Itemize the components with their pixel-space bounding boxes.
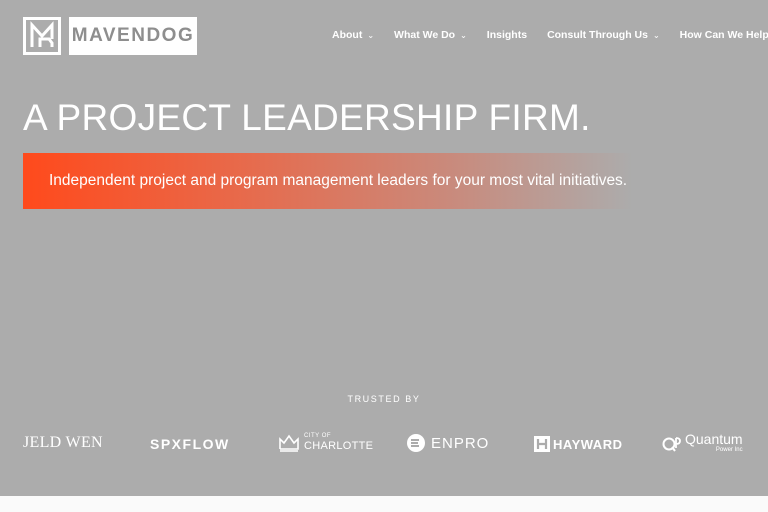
client-logos: JELD WEN SPXFLOW CITY OF CHARLOTTE ENPRO… bbox=[0, 428, 768, 462]
nav-item-consult-through-us[interactable]: Consult Through Us ⌄ bbox=[547, 29, 660, 41]
mavendog-logo-icon bbox=[23, 17, 61, 55]
client-logo-text: HAYWARD bbox=[553, 436, 623, 452]
trusted-by-label: TRUSTED BY bbox=[347, 394, 421, 404]
nav-item-insights[interactable]: Insights bbox=[487, 29, 527, 41]
nav-item-label: What We Do bbox=[394, 29, 456, 41]
hero-tagline: Independent project and program manageme… bbox=[49, 172, 628, 189]
main-nav: About ⌄ What We Do ⌄ Insights Consult Th… bbox=[332, 29, 768, 41]
client-logo-quantum-power: Quantum Power Inc bbox=[662, 432, 743, 454]
client-logo-subtext: Power Inc bbox=[715, 447, 743, 453]
nav-item-label: About bbox=[332, 29, 363, 41]
client-logo-subtext: CITY OF bbox=[304, 433, 332, 439]
nav-item-label: Consult Through Us bbox=[547, 29, 648, 41]
quantum-mark-icon bbox=[662, 437, 681, 452]
page-content-start bbox=[0, 496, 768, 512]
chevron-down-icon: ⌄ bbox=[460, 30, 467, 40]
site-header: MAVENDOG About ⌄ What We Do ⌄ Insights C… bbox=[0, 0, 768, 72]
client-logo-text: ENPRO bbox=[431, 434, 490, 452]
client-logo-enpro: ENPRO bbox=[406, 433, 489, 453]
client-logo-city-of-charlotte: CITY OF CHARLOTTE bbox=[278, 433, 373, 452]
client-logo-spxflow: SPXFLOW bbox=[150, 436, 230, 452]
nav-item-what-we-do[interactable]: What We Do ⌄ bbox=[394, 29, 467, 41]
client-logo-text: CHARLOTTE bbox=[304, 440, 374, 452]
chevron-down-icon: ⌄ bbox=[652, 30, 660, 40]
client-logo-jeld-wen: JELD WEN bbox=[23, 434, 103, 452]
chevron-down-icon: ⌄ bbox=[367, 30, 375, 40]
brand-logo[interactable]: MAVENDOG bbox=[23, 17, 197, 55]
crown-icon bbox=[279, 434, 299, 452]
nav-item-label: Insights bbox=[486, 29, 528, 41]
hayward-mark-icon bbox=[534, 436, 550, 452]
nav-item-label: How Can We Help? bbox=[679, 29, 768, 41]
nav-item-about[interactable]: About ⌄ bbox=[332, 29, 374, 41]
nav-item-how-can-we-help[interactable]: How Can We Help? ⌄ bbox=[680, 29, 768, 41]
enpro-mark-icon bbox=[407, 434, 425, 452]
brand-name: MAVENDOG bbox=[69, 17, 197, 55]
client-logo-text: Quantum bbox=[685, 431, 743, 447]
client-logo-text: SPXFLOW bbox=[150, 436, 230, 452]
client-logo-hayward: HAYWARD bbox=[534, 436, 622, 452]
client-logo-text: JELD WEN bbox=[23, 434, 103, 451]
hero-headline: A PROJECT LEADERSHIP FIRM. bbox=[23, 97, 591, 138]
hero-banner: Independent project and program manageme… bbox=[23, 153, 633, 209]
